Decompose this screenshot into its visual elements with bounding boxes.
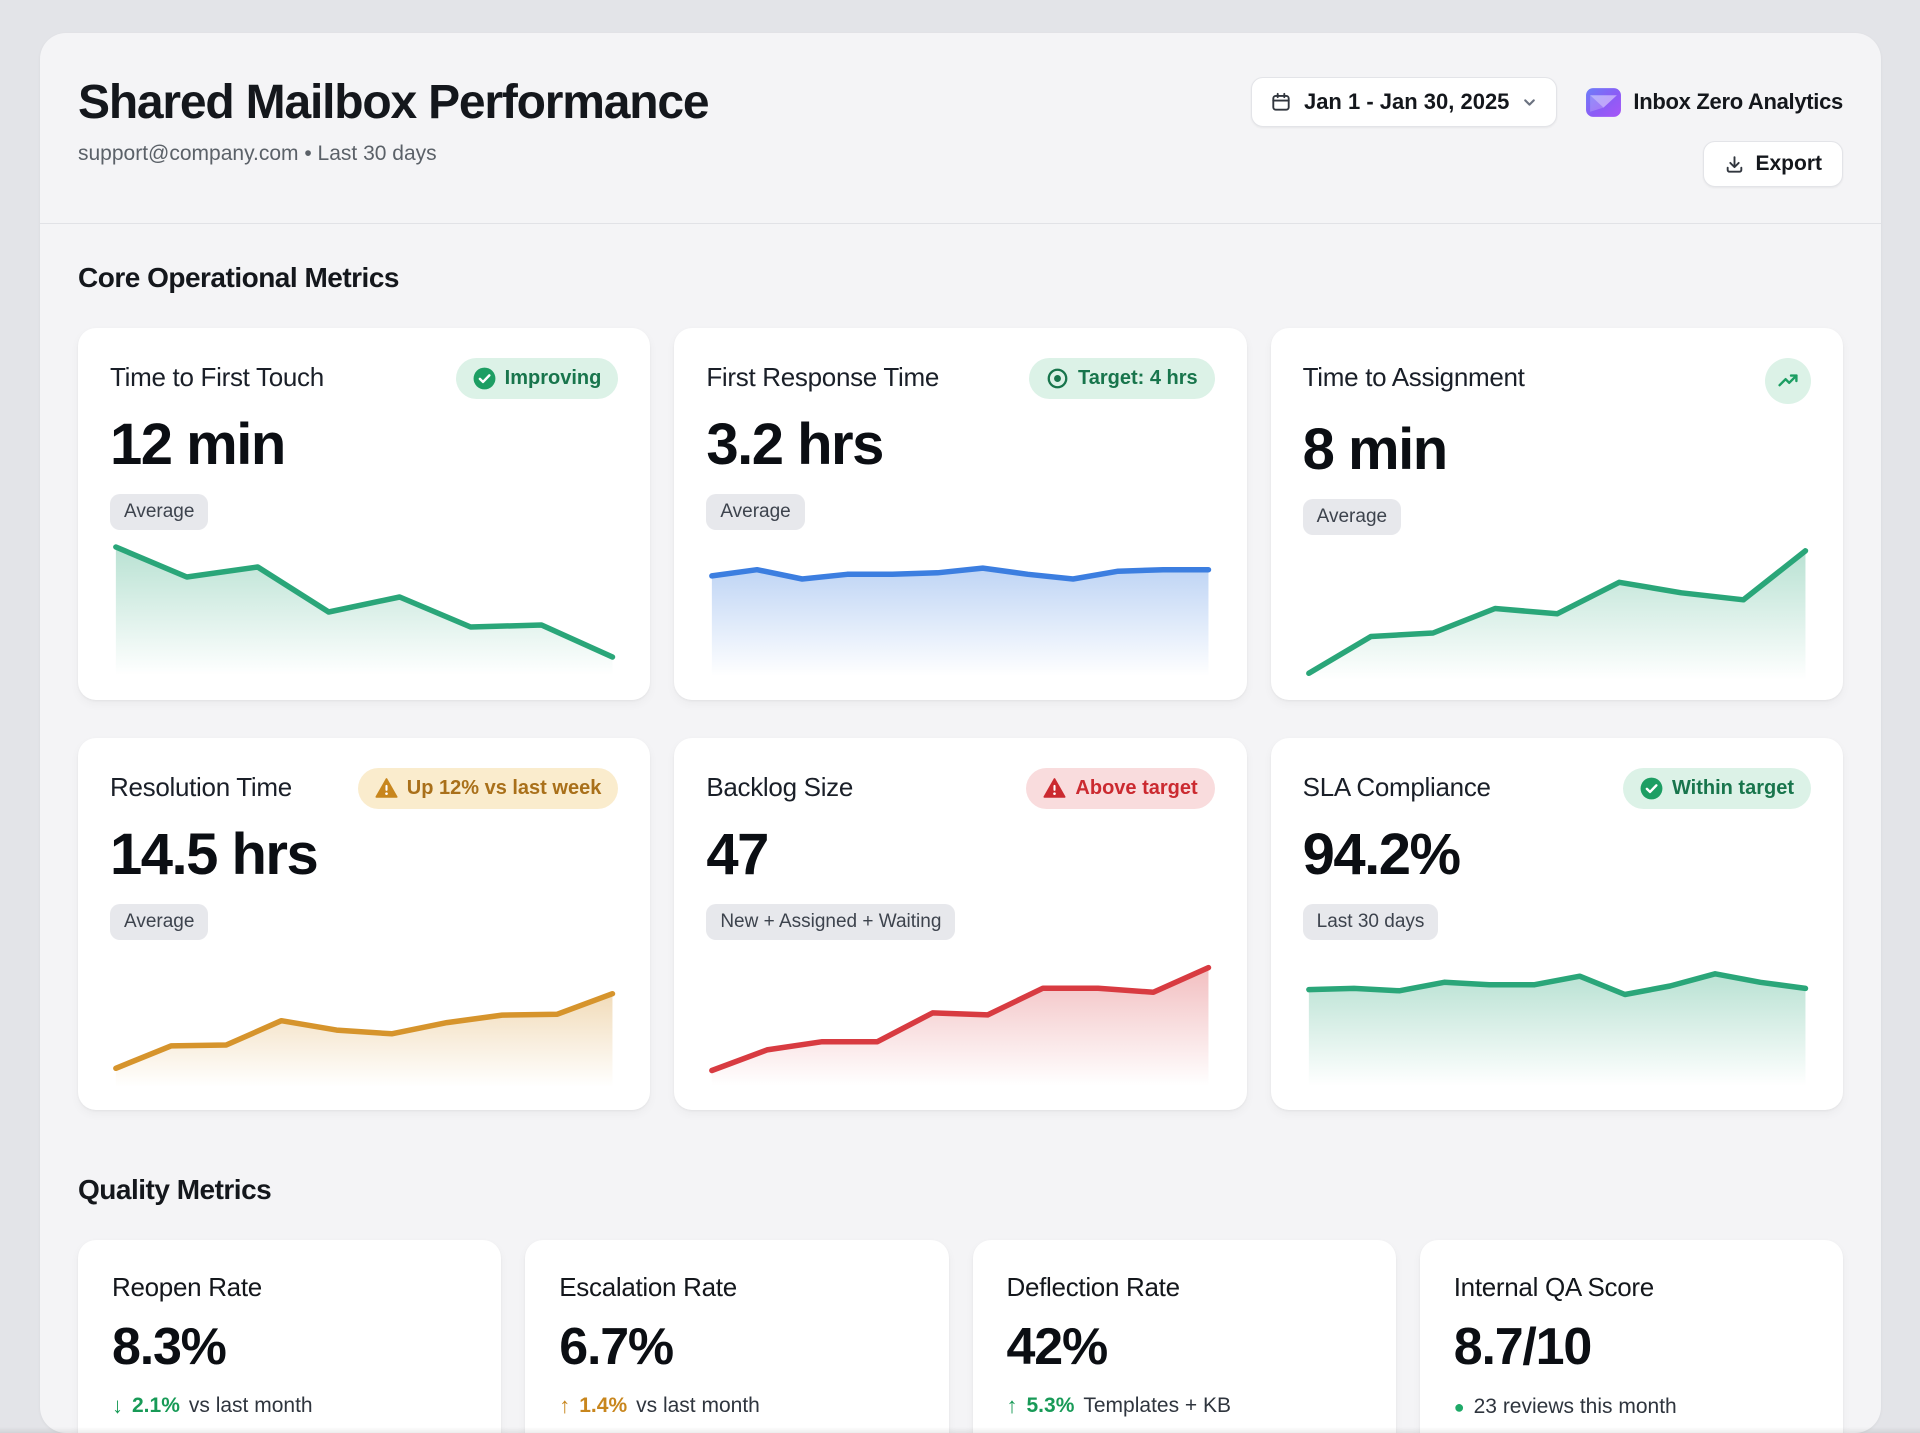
delta-text: vs last month [189, 1394, 313, 1418]
alert-badge-label: Above target [1075, 777, 1197, 800]
metric-tag: Average [706, 494, 804, 530]
metric-tag: New + Assigned + Waiting [706, 904, 955, 940]
sparkline-chart [706, 940, 1214, 1092]
export-button[interactable]: Export [1703, 141, 1843, 187]
warning-badge-label: Up 12% vs last week [407, 777, 602, 800]
brand: Inbox Zero Analytics [1585, 84, 1843, 121]
card-time-to-first-touch: Time to First Touch Improving 12 min Ave… [78, 328, 650, 700]
sparkline-chart [1303, 535, 1811, 687]
header-left: Shared Mailbox Performance support@compa… [78, 75, 708, 166]
card-title: Reopen Rate [112, 1272, 467, 1303]
header: Shared Mailbox Performance support@compa… [78, 75, 1843, 187]
metric-tag: Average [110, 904, 208, 940]
quality-metrics-grid: Reopen Rate 8.3% ↓ 2.1% vs last month Es… [78, 1240, 1843, 1433]
metric-value: 8 min [1303, 416, 1811, 483]
card-title: Escalation Rate [559, 1272, 914, 1303]
section-title-quality: Quality Metrics [78, 1174, 1843, 1206]
card-title: First Response Time [706, 358, 939, 393]
delta-value: 1.4% [579, 1394, 627, 1418]
card-internal-qa-score: Internal QA Score 8.7/10 ● 23 reviews th… [1420, 1240, 1843, 1433]
check-circle-icon [1640, 777, 1663, 800]
metric-value: 8.3% [112, 1317, 467, 1377]
card-title: SLA Compliance [1303, 768, 1491, 803]
arrow-up-icon: ↑ [1007, 1393, 1018, 1419]
metric-value: 12 min [110, 411, 618, 478]
alert-badge: Above target [1026, 768, 1214, 809]
card-title: Backlog Size [706, 768, 853, 803]
metric-value: 14.5 hrs [110, 821, 618, 888]
metric-value: 42% [1007, 1317, 1362, 1377]
metric-tag: Last 30 days [1303, 904, 1439, 940]
sparkline-chart [110, 530, 618, 682]
delta-text: 23 reviews this month [1474, 1395, 1677, 1419]
trending-up-icon [1776, 369, 1800, 393]
card-reopen-rate: Reopen Rate 8.3% ↓ 2.1% vs last month [78, 1240, 501, 1433]
metric-value: 94.2% [1303, 821, 1811, 888]
card-deflection-rate: Deflection Rate 42% ↑ 5.3% Templates + K… [973, 1240, 1396, 1433]
metric-value: 3.2 hrs [706, 411, 1214, 478]
inbox-zero-logo-icon [1585, 84, 1622, 121]
status-badge: Improving [456, 358, 619, 399]
trend-badge [1765, 358, 1811, 404]
sparkline-chart [110, 940, 618, 1092]
delta-value: 5.3% [1027, 1394, 1075, 1418]
download-icon [1724, 154, 1745, 175]
section-title-core: Core Operational Metrics [78, 262, 1843, 294]
card-time-to-assignment: Time to Assignment 8 min Average [1271, 328, 1843, 700]
check-circle-icon [473, 367, 496, 390]
card-resolution-time: Resolution Time Up 12% vs last week 14.5… [78, 738, 650, 1110]
delta-row: ↓ 2.1% vs last month [112, 1393, 467, 1419]
arrow-down-icon: ↓ [112, 1393, 123, 1419]
dot-icon: ● [1454, 1397, 1465, 1418]
warning-icon [1043, 777, 1066, 800]
brand-name: Inbox Zero Analytics [1633, 89, 1843, 115]
warning-icon [375, 777, 398, 800]
status-badge: Within target [1623, 768, 1811, 809]
date-range-label: Jan 1 - Jan 30, 2025 [1304, 89, 1509, 115]
arrow-up-icon: ↑ [559, 1393, 570, 1419]
delta-value: 2.1% [132, 1394, 180, 1418]
warning-badge: Up 12% vs last week [358, 768, 619, 809]
page-title: Shared Mailbox Performance [78, 75, 708, 130]
metric-value: 6.7% [559, 1317, 914, 1377]
target-icon [1046, 367, 1069, 390]
page-bottom-shade [0, 1427, 1920, 1433]
dashboard-panel: Shared Mailbox Performance support@compa… [40, 33, 1881, 1433]
sparkline-chart [706, 530, 1214, 682]
metric-tag: Average [110, 494, 208, 530]
export-label: Export [1755, 152, 1822, 176]
status-badge-label: Within target [1672, 777, 1794, 800]
target-badge-label: Target: 4 hrs [1078, 367, 1198, 390]
delta-row: ↑ 1.4% vs last month [559, 1393, 914, 1419]
chevron-down-icon [1521, 94, 1538, 111]
delta-text: Templates + KB [1083, 1394, 1231, 1418]
card-escalation-rate: Escalation Rate 6.7% ↑ 1.4% vs last mont… [525, 1240, 948, 1433]
target-badge: Target: 4 hrs [1029, 358, 1215, 399]
card-title: Resolution Time [110, 768, 292, 803]
delta-row: ● 23 reviews this month [1454, 1395, 1809, 1419]
delta-text: vs last month [636, 1394, 760, 1418]
card-first-response-time: First Response Time Target: 4 hrs 3.2 hr… [674, 328, 1246, 700]
page-subtitle: support@company.com • Last 30 days [78, 142, 708, 166]
core-metrics-grid: Time to First Touch Improving 12 min Ave… [78, 328, 1843, 1110]
calendar-icon [1270, 91, 1292, 113]
card-title: Internal QA Score [1454, 1272, 1809, 1303]
header-divider [40, 223, 1881, 224]
date-range-button[interactable]: Jan 1 - Jan 30, 2025 [1251, 77, 1557, 127]
metric-value: 47 [706, 821, 1214, 888]
header-right: Jan 1 - Jan 30, 2025 [1251, 75, 1843, 187]
metric-value: 8.7/10 [1454, 1317, 1809, 1377]
delta-row: ↑ 5.3% Templates + KB [1007, 1393, 1362, 1419]
status-badge-label: Improving [505, 367, 602, 390]
card-title: Deflection Rate [1007, 1272, 1362, 1303]
card-backlog-size: Backlog Size Above target 47 New + Assig… [674, 738, 1246, 1110]
card-title: Time to Assignment [1303, 358, 1525, 393]
card-sla-compliance: SLA Compliance Within target 94.2% Last … [1271, 738, 1843, 1110]
card-title: Time to First Touch [110, 358, 324, 393]
metric-tag: Average [1303, 499, 1401, 535]
sparkline-chart [1303, 940, 1811, 1092]
